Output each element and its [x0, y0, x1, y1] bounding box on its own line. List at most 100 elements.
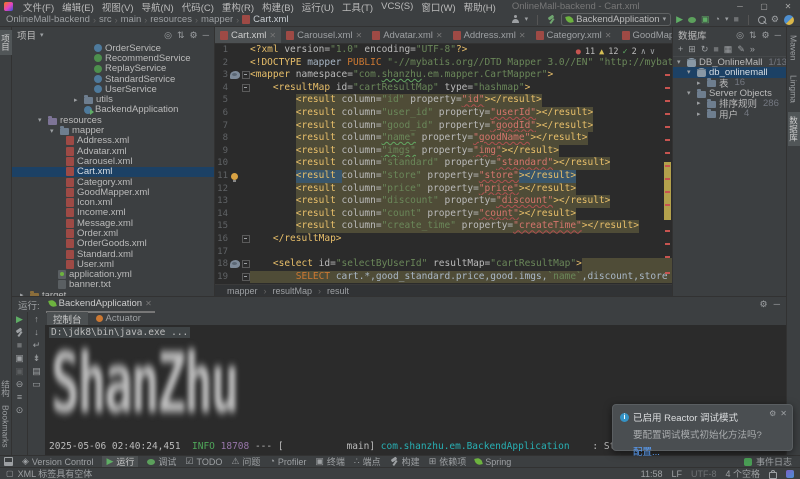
- project-item-Standard.xml[interactable]: Standard.xml: [12, 249, 214, 259]
- code-line-14[interactable]: 14 <result column="count" property="coun…: [215, 208, 672, 221]
- tree-toggle-icon[interactable]: ▾: [677, 58, 684, 66]
- code-line-7[interactable]: 7 <result column="good_id" property="goo…: [215, 120, 672, 133]
- fold-marker-icon[interactable]: [242, 235, 250, 243]
- error-stripe-mark[interactable]: [665, 152, 670, 154]
- mybatis-bird-icon[interactable]: [230, 71, 240, 79]
- tool-window-button-Version Control[interactable]: ◈Version Control: [22, 456, 93, 468]
- settings-icon[interactable]: ⚙: [771, 15, 779, 24]
- project-item-User.xml[interactable]: User.xml: [12, 259, 214, 269]
- tool-window-switcher-icon[interactable]: [4, 457, 13, 466]
- locate-icon[interactable]: ◎: [736, 31, 744, 40]
- profiler-icon[interactable]: ◔: [715, 15, 720, 24]
- inspections-widget[interactable]: ●11 ▲12 ✓2 ∧∨: [573, 47, 658, 57]
- user-icon[interactable]: [512, 15, 520, 24]
- editor-tab-Address.xml[interactable]: Address.xml✕: [448, 27, 531, 43]
- lightbulb-icon[interactable]: [231, 173, 238, 180]
- close-icon[interactable]: ✕: [780, 410, 787, 418]
- code-line-6[interactable]: 6 <result column="user_id" property="use…: [215, 107, 672, 120]
- db-item-用户[interactable]: ▸用户4: [673, 108, 786, 118]
- tree-toggle-icon[interactable]: ▾: [50, 127, 57, 135]
- tool-window-button-调试[interactable]: 调试: [147, 456, 176, 468]
- project-item-OrderGoods.xml[interactable]: OrderGoods.xml: [12, 239, 214, 249]
- tool-window-button-依赖项[interactable]: ⊞依赖项: [429, 456, 467, 468]
- print-icon[interactable]: ▤: [32, 367, 41, 376]
- tool-window-button-运行[interactable]: ▶运行: [102, 456, 138, 468]
- debug-icon[interactable]: [688, 17, 696, 23]
- error-stripe-mark[interactable]: [665, 139, 670, 141]
- menu-item[interactable]: 帮助(H): [464, 0, 496, 14]
- rerun-icon[interactable]: ▶: [16, 315, 23, 324]
- snapshot-dim-icon[interactable]: ▣: [15, 367, 24, 376]
- snapshot-icon[interactable]: ▣: [15, 354, 24, 363]
- close-icon[interactable]: ✕: [436, 31, 443, 40]
- hammer-icon[interactable]: [547, 15, 556, 24]
- code-line-3[interactable]: 3<mapper namespace="com.shanzhu.em.mappe…: [215, 69, 672, 82]
- editor-breadcrumb-item[interactable]: result: [327, 286, 349, 296]
- close-icon[interactable]: ✕: [605, 31, 612, 40]
- hide-icon[interactable]: ─: [774, 300, 780, 309]
- tool-window-button-端点[interactable]: ∴端点: [354, 456, 381, 468]
- code-line-2[interactable]: 2<!DOCTYPE mapper PUBLIC "-//mybatis.org…: [215, 57, 672, 70]
- code-line-10[interactable]: 10 <result column="standard" property="s…: [215, 157, 672, 170]
- scroll-end-icon[interactable]: ⇟: [33, 354, 41, 363]
- error-stripe-mark[interactable]: [665, 74, 670, 76]
- tool-window-button-Profiler[interactable]: ◔Profiler: [269, 456, 306, 468]
- fold-marker-icon[interactable]: [242, 273, 250, 281]
- tool-strip-tab-lingma[interactable]: Lingma: [789, 71, 799, 107]
- project-item-Cart.xml[interactable]: Cart.xml: [12, 167, 214, 177]
- run-icon[interactable]: ▶: [676, 15, 683, 24]
- db-item-DB_OnlineMall[interactable]: ▾DB_OnlineMall1/13: [673, 57, 786, 67]
- exit-icon[interactable]: ⊖: [16, 380, 24, 389]
- close-icon[interactable]: ✕: [269, 31, 276, 40]
- menu-item[interactable]: 文件(F): [23, 0, 54, 14]
- project-item-mapper[interactable]: ▾mapper: [12, 125, 214, 135]
- code-line-8[interactable]: 8 <result column="name" property="goodNa…: [215, 132, 672, 145]
- project-item-UserService[interactable]: UserService: [12, 84, 214, 94]
- code-line-17[interactable]: 17: [215, 246, 672, 259]
- breadcrumb-item[interactable]: OnlineMall-backend: [6, 14, 90, 25]
- close-button[interactable]: ✕: [776, 0, 800, 13]
- code-line-12[interactable]: 12 <result column="price" property="pric…: [215, 183, 672, 196]
- file-encoding[interactable]: UTF-8: [691, 469, 717, 479]
- stop-icon[interactable]: ■: [713, 45, 718, 54]
- tree-toggle-icon[interactable]: ▸: [697, 110, 704, 118]
- project-item-OrderService[interactable]: OrderService: [12, 43, 214, 53]
- maximize-button[interactable]: ▢: [752, 0, 776, 13]
- settings-icon[interactable]: ⚙: [190, 31, 198, 40]
- close-icon[interactable]: ✕: [519, 31, 526, 40]
- project-item-Income.xml[interactable]: Income.xml: [12, 208, 214, 218]
- minimize-button[interactable]: ─: [728, 0, 752, 13]
- stop-icon[interactable]: ■: [17, 341, 22, 350]
- menu-item[interactable]: 工具(T): [342, 0, 373, 14]
- project-item-Icon.xml[interactable]: Icon.xml: [12, 197, 214, 207]
- editor-tab-Category.xml[interactable]: Category.xml✕: [531, 27, 617, 43]
- tool-window-button-构建[interactable]: 构建: [390, 456, 420, 468]
- dump-icon[interactable]: ≡: [17, 393, 22, 402]
- error-stripe-mark[interactable]: [665, 204, 670, 206]
- breadcrumb-item[interactable]: src: [99, 14, 112, 25]
- code-line-4[interactable]: 4 <resultMap id="cartResultMap" type="ha…: [215, 82, 672, 95]
- tool-strip-tab-结构[interactable]: 结构: [0, 376, 12, 401]
- breadcrumb-item[interactable]: resources: [150, 14, 192, 25]
- project-item-application.yml[interactable]: application.yml: [12, 270, 214, 280]
- chevron-down-icon[interactable]: ▾: [525, 16, 529, 23]
- fold-marker-icon[interactable]: [242, 84, 250, 92]
- menu-item[interactable]: 编辑(E): [62, 0, 94, 14]
- tree-toggle-icon[interactable]: ▾: [38, 116, 45, 124]
- project-item-GoodMapper.xml[interactable]: GoodMapper.xml: [12, 187, 214, 197]
- error-stripe-mark[interactable]: [665, 191, 670, 193]
- project-item-BackendApplication[interactable]: BackendApplication: [12, 105, 214, 115]
- menu-item[interactable]: 运行(U): [302, 0, 334, 14]
- pin-icon[interactable]: ⊙: [16, 406, 24, 415]
- editor-tab-Advatar.xml[interactable]: Advatar.xml✕: [367, 27, 447, 43]
- close-icon[interactable]: ✕: [145, 299, 152, 308]
- collapse-all-icon[interactable]: ⇅: [749, 31, 757, 40]
- settings-icon[interactable]: ⚙: [769, 410, 776, 418]
- project-item-Carousel.xml[interactable]: Carousel.xml: [12, 156, 214, 166]
- tool-window-button-TODO[interactable]: ☑TODO: [185, 456, 222, 468]
- tree-toggle-icon[interactable]: ▸: [697, 79, 704, 87]
- tree-toggle-icon[interactable]: ▾: [687, 89, 694, 97]
- editor-breadcrumb-item[interactable]: mapper: [227, 286, 258, 296]
- code-line-5[interactable]: 5 <result column="id" property="id"></re…: [215, 94, 672, 107]
- down-icon[interactable]: ↓: [34, 328, 39, 337]
